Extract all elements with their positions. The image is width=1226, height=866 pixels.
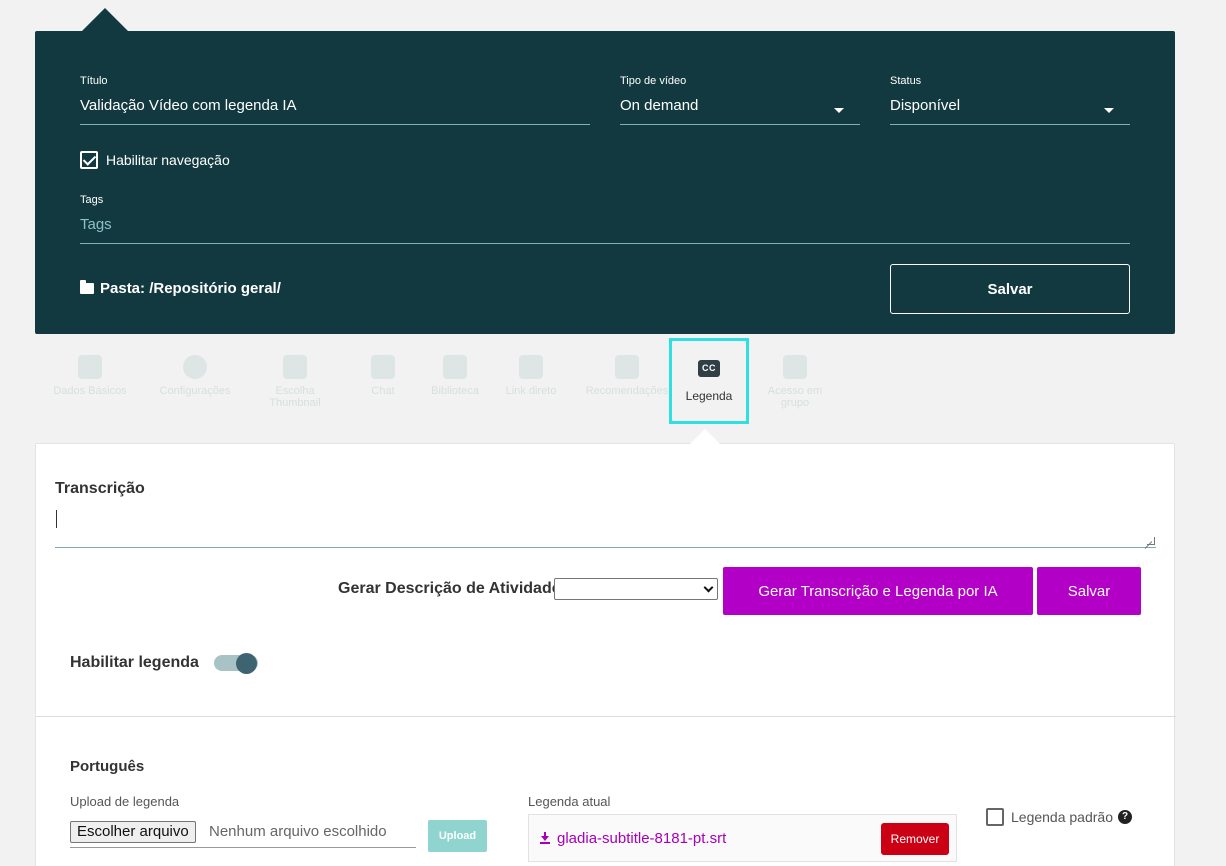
folder-icon bbox=[80, 280, 94, 294]
tab-label: Biblioteca bbox=[431, 385, 479, 397]
tab-recomendacoes[interactable]: Recomendações bbox=[582, 345, 672, 425]
choose-file-button[interactable]: Escolher arquivo bbox=[70, 821, 196, 843]
chat-icon bbox=[371, 355, 395, 379]
video-type-value[interactable]: On demand bbox=[620, 95, 860, 117]
tags-field[interactable]: Tags Tags bbox=[80, 194, 1130, 244]
generate-description-label: Gerar Descrição de Atividade: bbox=[338, 580, 566, 597]
image-icon bbox=[283, 355, 307, 379]
save-button[interactable]: Salvar bbox=[1037, 567, 1141, 615]
divider bbox=[36, 716, 1176, 717]
tab-label: Configurações bbox=[159, 385, 231, 397]
video-type-underline bbox=[620, 124, 860, 125]
upload-label: Upload de legenda bbox=[70, 794, 180, 809]
default-subtitle-row[interactable]: Legenda padrão ? bbox=[986, 808, 1132, 826]
no-file-text: Nenhum arquivo escolhido bbox=[209, 823, 387, 840]
status-underline bbox=[890, 124, 1130, 125]
tab-label: Recomendações bbox=[585, 385, 669, 397]
panel-caret bbox=[82, 8, 128, 31]
card-caret bbox=[690, 429, 720, 444]
status-value[interactable]: Disponível bbox=[890, 95, 1130, 117]
chevron-down-icon[interactable] bbox=[703, 582, 714, 593]
transcription-title: Transcrição bbox=[55, 480, 145, 497]
cloud-icon bbox=[183, 355, 207, 379]
text-cursor bbox=[56, 510, 57, 528]
book-icon bbox=[443, 355, 467, 379]
download-icon[interactable] bbox=[540, 832, 550, 844]
qr-icon bbox=[519, 355, 543, 379]
tab-chat[interactable]: Chat bbox=[343, 345, 423, 425]
navigation-checkbox[interactable] bbox=[80, 151, 98, 169]
save-button-top[interactable]: Salvar bbox=[890, 264, 1130, 314]
subtitle-file-link[interactable]: gladia-subtitle-8181-pt.srt bbox=[557, 830, 726, 847]
tab-configuracoes[interactable]: Configurações bbox=[155, 345, 235, 425]
current-subtitle-box: gladia-subtitle-8181-pt.srt Remover bbox=[528, 814, 957, 862]
remove-button[interactable]: Remover bbox=[881, 823, 949, 855]
tags-input[interactable]: Tags bbox=[80, 214, 1130, 236]
folder-path-text: Pasta: /Repositório geral/ bbox=[100, 280, 281, 297]
current-subtitle-label: Legenda atual bbox=[528, 794, 611, 809]
enable-subtitle-label: Habilitar legenda bbox=[70, 654, 199, 671]
generate-ai-button[interactable]: Gerar Transcrição e Legenda por IA bbox=[723, 567, 1033, 615]
tab-label: Acesso em grupo bbox=[767, 385, 823, 409]
status-label: Status bbox=[890, 75, 922, 87]
navigation-checkbox-row[interactable]: Habilitar navegação bbox=[80, 151, 230, 169]
folder-path: Pasta: /Repositório geral/ bbox=[80, 280, 281, 297]
cc-icon: CC bbox=[698, 360, 720, 377]
enable-subtitle-toggle[interactable] bbox=[214, 653, 258, 674]
video-settings-panel: Título Validação Vídeo com legenda IA Ti… bbox=[35, 31, 1175, 334]
language-title: Português bbox=[70, 758, 145, 775]
title-field[interactable]: Título Validação Vídeo com legenda IA bbox=[80, 75, 590, 125]
tags-underline bbox=[80, 243, 1130, 244]
group-icon bbox=[783, 355, 807, 379]
tab-acesso-grupo[interactable]: Acesso em grupo bbox=[755, 345, 835, 425]
chevron-down-icon[interactable] bbox=[834, 108, 844, 113]
tab-link-direto[interactable]: Link direto bbox=[491, 345, 571, 425]
navigation-label: Habilitar navegação bbox=[106, 152, 230, 168]
upload-button[interactable]: Upload bbox=[428, 820, 487, 852]
transcription-textarea[interactable] bbox=[55, 506, 1156, 548]
help-icon[interactable]: ? bbox=[1118, 810, 1132, 824]
default-subtitle-checkbox[interactable] bbox=[986, 808, 1004, 826]
link-icon bbox=[615, 355, 639, 379]
tab-dados-basicos[interactable]: Dados Básicos bbox=[50, 345, 130, 425]
title-label: Título bbox=[80, 75, 108, 87]
title-underline bbox=[80, 124, 590, 125]
form-icon bbox=[78, 355, 102, 379]
tab-legenda[interactable]: CC Legenda bbox=[669, 338, 749, 424]
file-input[interactable]: Escolher arquivo Nenhum arquivo escolhid… bbox=[70, 820, 416, 848]
video-type-label: Tipo de vídeo bbox=[620, 75, 687, 87]
subtitle-card: Transcrição Gerar Descrição de Atividade… bbox=[35, 443, 1176, 866]
toggle-knob[interactable] bbox=[236, 653, 257, 674]
tab-label: Chat bbox=[371, 385, 395, 397]
generate-description-select[interactable] bbox=[554, 578, 718, 600]
tab-biblioteca[interactable]: Biblioteca bbox=[415, 345, 495, 425]
resize-handle[interactable] bbox=[1147, 537, 1155, 545]
chevron-down-icon[interactable] bbox=[1104, 108, 1114, 113]
title-input[interactable]: Validação Vídeo com legenda IA bbox=[80, 95, 590, 117]
tab-label: Link direto bbox=[505, 385, 557, 397]
tab-label: Escolha Thumbnail bbox=[269, 385, 321, 409]
default-subtitle-label: Legenda padrão bbox=[1011, 809, 1113, 825]
status-select[interactable]: Status Disponível bbox=[890, 75, 1130, 125]
tags-label: Tags bbox=[80, 194, 104, 206]
tab-thumbnail[interactable]: Escolha Thumbnail bbox=[255, 345, 335, 425]
tab-label: Legenda bbox=[685, 389, 733, 403]
video-type-select[interactable]: Tipo de vídeo On demand bbox=[620, 75, 860, 125]
tab-label: Dados Básicos bbox=[53, 385, 127, 397]
